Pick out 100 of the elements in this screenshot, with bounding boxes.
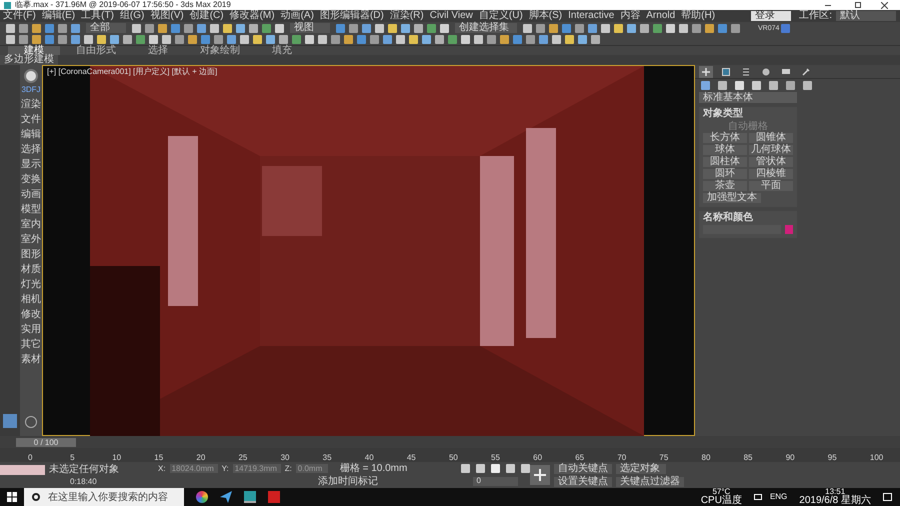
grid-size: 栅格 = 10.0mm xyxy=(340,464,408,474)
close-icon[interactable] xyxy=(881,2,888,8)
sidebar-item[interactable]: 材质 xyxy=(21,262,41,277)
tick-label: 40 xyxy=(364,454,375,462)
menu-item[interactable]: 组(G) xyxy=(116,11,148,21)
maxscript-field[interactable] xyxy=(0,464,45,474)
modify-icon xyxy=(721,66,731,76)
key-filters-button[interactable]: 关键点过滤器 xyxy=(616,476,684,486)
ribbon-tab[interactable]: 填充 xyxy=(256,46,308,56)
menu-item[interactable]: Arnold xyxy=(643,11,678,21)
menu-item[interactable]: 帮助(H) xyxy=(678,11,718,21)
sidebar-item[interactable]: 图形 xyxy=(21,247,41,262)
selection-set-dropdown[interactable]: 创建选择集 xyxy=(455,23,517,33)
menu-item[interactable]: 视图(V) xyxy=(147,11,187,21)
minimize-icon[interactable] xyxy=(825,4,831,6)
tick-label: 10 xyxy=(112,454,122,462)
menu-item[interactable]: 自定义(U) xyxy=(476,11,526,21)
sidebar-item[interactable]: 其它 xyxy=(21,337,41,352)
sidebar-item[interactable]: 实用 xyxy=(21,322,41,337)
object-type-button[interactable]: 圆锥体 xyxy=(749,133,793,143)
settings-icon[interactable] xyxy=(25,416,37,428)
sidebar-item[interactable]: 显示 xyxy=(21,157,41,172)
menu-item[interactable]: 动画(A) xyxy=(278,11,317,21)
sidebar-item[interactable]: 渲染 xyxy=(21,97,41,112)
menu-item[interactable]: 创建(C) xyxy=(186,11,227,21)
object-type-button[interactable]: 球体 xyxy=(703,145,747,155)
time-slider-thumb[interactable]: 0 / 100 xyxy=(16,438,76,446)
taskbar-search-field[interactable]: 在这里输入你要搜索的内容 xyxy=(24,488,184,506)
coordinate-label: Z: xyxy=(284,464,292,472)
hierarchy-icon xyxy=(741,66,751,76)
rollout-title[interactable]: 对象类型 xyxy=(699,107,797,121)
selection-filter-dropdown[interactable]: 全部 xyxy=(86,23,126,33)
viewport-thumbnail[interactable] xyxy=(3,414,17,428)
workspace-label: 工作区: xyxy=(799,11,832,21)
sidebar-item[interactable]: 变换 xyxy=(21,172,41,187)
add-time-tag-button[interactable]: 添加时间标记 xyxy=(318,476,460,486)
menu-item[interactable]: 修改器(M) xyxy=(226,11,278,21)
menu-item[interactable]: Civil View xyxy=(426,11,476,21)
object-type-button[interactable]: 加强型文本 xyxy=(703,193,761,203)
workspace-dropdown[interactable]: 默认 xyxy=(836,11,896,21)
object-type-button[interactable]: 圆环 xyxy=(703,169,747,179)
ribbon-tab[interactable]: 自由形式 xyxy=(60,46,132,56)
ribbon-tab[interactable]: 对象绘制 xyxy=(184,46,256,56)
panel-tab[interactable] xyxy=(719,66,733,78)
network-icon xyxy=(754,494,762,500)
tick-label: 35 xyxy=(322,454,333,462)
ribbon-tab[interactable]: 选择 xyxy=(132,46,184,56)
object-type-button[interactable]: 平面 xyxy=(749,181,793,191)
menu-item[interactable]: 内容 xyxy=(617,11,644,21)
sidebar-item[interactable]: 选择 xyxy=(21,142,41,157)
object-type-button[interactable]: 圆柱体 xyxy=(703,157,747,167)
viewport-label[interactable]: [+] [CoronaCamera001] [用户定义] [默认 + 边面] xyxy=(47,68,218,76)
menu-item[interactable]: 文件(F) xyxy=(0,11,39,21)
tick-label: 75 xyxy=(659,454,670,462)
sidebar-item[interactable]: 室内 xyxy=(21,217,41,232)
account-dropdown[interactable]: 登录 xyxy=(751,11,792,21)
object-type-button[interactable]: 管状体 xyxy=(749,157,793,167)
menu-item[interactable]: 工具(T) xyxy=(78,11,117,21)
coordinate-dropdown[interactable]: 视图 xyxy=(290,23,330,33)
object-type-button[interactable]: 四棱锥 xyxy=(749,169,793,179)
sidebar-item[interactable]: 动画 xyxy=(21,187,41,202)
sidebar-item[interactable]: 编辑 xyxy=(21,127,41,142)
tick-label: 0 xyxy=(28,454,34,462)
pinwheel-app-icon[interactable] xyxy=(196,491,208,503)
key-target-dropdown[interactable]: 选定对象 xyxy=(616,464,666,474)
sidebar-item[interactable]: 修改 xyxy=(21,307,41,322)
category-dropdown[interactable]: 标准基本体 xyxy=(699,92,797,103)
frame-field[interactable]: 0 xyxy=(472,477,518,486)
menu-item[interactable]: 编辑(E) xyxy=(38,11,78,21)
sidebar-item[interactable]: 室外 xyxy=(21,232,41,247)
add-key-button[interactable] xyxy=(530,465,550,485)
tick-label: 50 xyxy=(448,454,459,462)
object-type-button[interactable]: 长方体 xyxy=(703,133,747,143)
app-icon xyxy=(4,2,11,8)
object-type-button[interactable]: 几何球体 xyxy=(749,145,793,155)
paper-plane-app-icon[interactable] xyxy=(220,491,232,503)
sidebar-item[interactable]: 相机 xyxy=(21,292,41,307)
sidebar-item[interactable]: 模型 xyxy=(21,202,41,217)
notification-icon[interactable] xyxy=(883,493,892,501)
auto-key-button[interactable]: 自动关键点 xyxy=(554,464,612,474)
language-indicator[interactable]: ENG xyxy=(770,491,788,503)
rollout-title[interactable]: 名称和颜色 xyxy=(699,211,797,225)
menu-item[interactable]: Interactive xyxy=(565,11,618,21)
color-swatch[interactable] xyxy=(785,225,793,234)
set-key-button[interactable]: 设置关键点 xyxy=(554,476,612,486)
maximize-icon[interactable] xyxy=(855,2,861,8)
windows-icon[interactable] xyxy=(7,492,17,502)
panel-tab[interactable] xyxy=(699,66,713,78)
cpu-temperature: 57°C xyxy=(712,488,730,496)
object-type-button[interactable]: 茶壶 xyxy=(703,181,747,191)
tick-label: 25 xyxy=(238,454,248,462)
display-icon xyxy=(781,66,791,76)
menu-item[interactable]: 图形编辑器(D) xyxy=(316,11,387,21)
sidebar-item[interactable]: 文件 xyxy=(21,112,41,127)
sidebar-item[interactable]: 灯光 xyxy=(21,277,41,292)
tick-label: 65 xyxy=(575,454,586,462)
tick-label: 45 xyxy=(406,454,417,462)
menu-item[interactable]: 渲染(R) xyxy=(386,11,427,21)
menu-item[interactable]: 脚本(S) xyxy=(526,11,566,21)
sidebar-item[interactable]: 素材 xyxy=(21,352,41,367)
